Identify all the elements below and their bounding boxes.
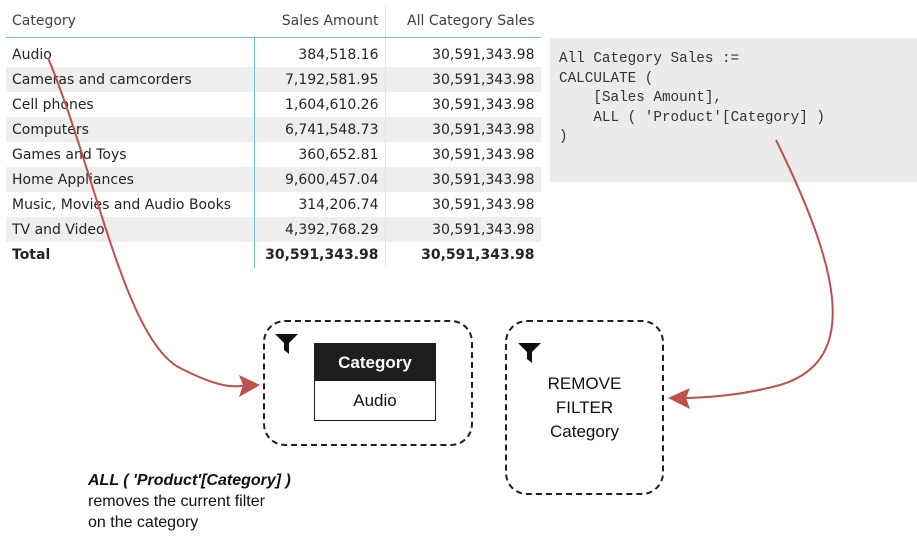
- table-row[interactable]: Games and Toys 360,652.81 30,591,343.98: [6, 142, 541, 167]
- table-total-row: Total 30,591,343.98 30,591,343.98: [6, 242, 541, 268]
- all-category-sales-cell: 30,591,343.98: [384, 192, 541, 217]
- column-header-sales-amount[interactable]: Sales Amount: [254, 4, 385, 38]
- remove-filter-line: Category: [550, 422, 619, 441]
- category-cell: TV and Video: [6, 217, 255, 242]
- all-category-sales-cell: 30,591,343.98: [384, 117, 541, 142]
- category-cell: Cell phones: [6, 92, 255, 117]
- filter-card-value: Audio: [353, 390, 397, 410]
- code-line: ALL ( 'Product'[Category] ): [559, 109, 825, 126]
- all-category-sales-cell: 30,591,343.98: [384, 217, 541, 242]
- table-row[interactable]: Home Appliances 9,600,457.04 30,591,343.98: [6, 167, 541, 192]
- remove-filter-context: REMOVE FILTER Category: [505, 320, 664, 495]
- category-filter-card: Category Audio: [314, 343, 436, 421]
- total-all-category-sales: 30,591,343.98: [384, 242, 541, 268]
- category-cell: Audio: [6, 37, 255, 67]
- sales-amount-cell: 360,652.81: [298, 146, 379, 163]
- sales-table: Category Sales Amount All Category Sales…: [6, 4, 541, 268]
- caption: ALL ( 'Product'[Category] ) removes the …: [88, 470, 291, 533]
- table-header-row: Category Sales Amount All Category Sales: [6, 4, 541, 38]
- caption-line: on the category: [88, 514, 199, 531]
- sales-amount-cell: 1,604,610.26: [284, 96, 379, 113]
- code-line: CALCULATE (: [559, 70, 654, 87]
- table-row[interactable]: TV and Video 4,392,768.29 30,591,343.98: [6, 217, 541, 242]
- code-line: ): [559, 129, 568, 146]
- caption-line: removes the current filter: [88, 493, 265, 510]
- sales-amount-cell: 6,741,548.73: [254, 117, 385, 142]
- table-row[interactable]: Cameras and camcorders 7,192,581.95 30,591…: [6, 67, 541, 92]
- all-category-sales-cell: 30,591,343.98: [384, 67, 541, 92]
- filter-card-header: Category: [315, 344, 435, 381]
- remove-filter-label: REMOVE FILTER Category: [507, 372, 662, 444]
- category-cell: Cameras and camcorders: [6, 67, 255, 92]
- all-category-sales-cell: 30,591,343.98: [384, 37, 541, 67]
- remove-filter-line: REMOVE: [547, 374, 622, 393]
- dax-code: All Category Sales := CALCULATE ( [Sales…: [559, 50, 917, 148]
- all-category-sales-cell: 30,591,343.98: [384, 92, 541, 117]
- category-cell: Home Appliances: [6, 167, 255, 192]
- sales-amount-cell: 314,206.74: [298, 196, 379, 213]
- sales-amount-cell: 4,392,768.29: [254, 217, 385, 242]
- category-cell: Music, Movies and Audio Books: [6, 192, 255, 217]
- column-header-category[interactable]: Category: [6, 4, 255, 38]
- total-sales-amount: 30,591,343.98: [265, 247, 379, 263]
- category-cell: Games and Toys: [6, 142, 255, 167]
- funnel-icon: [518, 343, 541, 363]
- table-row[interactable]: Audio 384,518.16 30,591,343.98: [6, 37, 541, 67]
- caption-code: ALL ( 'Product'[Category] ): [88, 472, 291, 489]
- dax-code-block: All Category Sales := CALCULATE ( [Sales…: [550, 38, 917, 182]
- sales-amount-cell: 384,518.16: [298, 46, 379, 63]
- column-header-all-category-sales[interactable]: All Category Sales: [384, 4, 541, 38]
- current-filter-context: Category Audio: [263, 320, 473, 446]
- code-line: [Sales Amount],: [559, 90, 723, 107]
- code-line: All Category Sales :=: [559, 51, 740, 67]
- arrowhead-right: [668, 388, 690, 409]
- category-cell: Computers: [6, 117, 255, 142]
- table-row[interactable]: Computers 6,741,548.73 30,591,343.98: [6, 117, 541, 142]
- all-category-sales-cell: 30,591,343.98: [384, 167, 541, 192]
- table-row[interactable]: Cell phones 1,604,610.26 30,591,343.98: [6, 92, 541, 117]
- sales-amount-cell: 7,192,581.95: [254, 67, 385, 92]
- table-row[interactable]: Music, Movies and Audio Books 314,206.74 3…: [6, 192, 541, 217]
- total-label: Total: [6, 242, 255, 268]
- all-category-sales-cell: 30,591,343.98: [384, 142, 541, 167]
- funnel-icon: [275, 334, 298, 354]
- remove-filter-line: FILTER: [555, 398, 614, 417]
- arrowhead-left: [239, 375, 260, 397]
- sales-amount-cell: 9,600,457.04: [254, 167, 385, 192]
